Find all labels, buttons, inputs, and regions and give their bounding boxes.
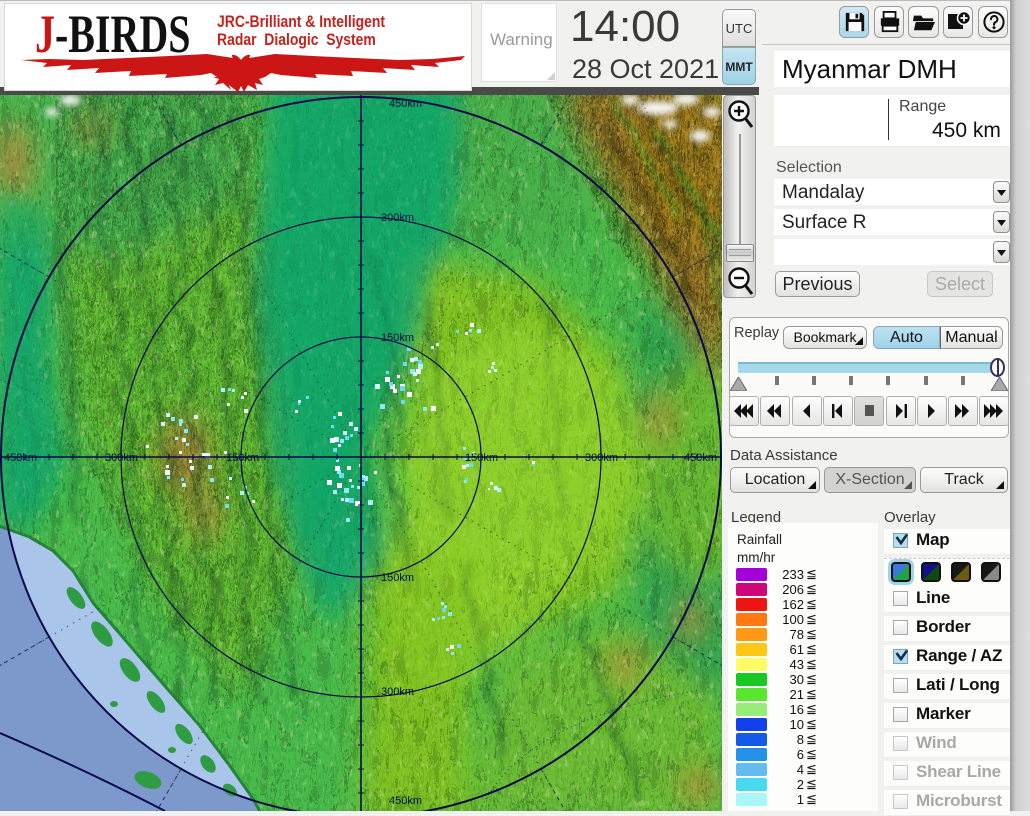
svg-text:300km: 300km	[585, 452, 618, 464]
svg-text:150km: 150km	[465, 452, 498, 464]
svg-text:450km: 450km	[389, 98, 422, 110]
svg-text:450km: 450km	[684, 452, 717, 464]
svg-text:150km: 150km	[381, 572, 414, 584]
svg-text:150km: 150km	[226, 452, 259, 464]
svg-text:300km: 300km	[381, 686, 414, 698]
svg-text:150km: 150km	[381, 332, 414, 344]
svg-text:450km: 450km	[389, 795, 422, 807]
svg-text:300km: 300km	[381, 212, 414, 224]
svg-text:450km: 450km	[4, 452, 37, 464]
svg-text:300km: 300km	[105, 452, 138, 464]
